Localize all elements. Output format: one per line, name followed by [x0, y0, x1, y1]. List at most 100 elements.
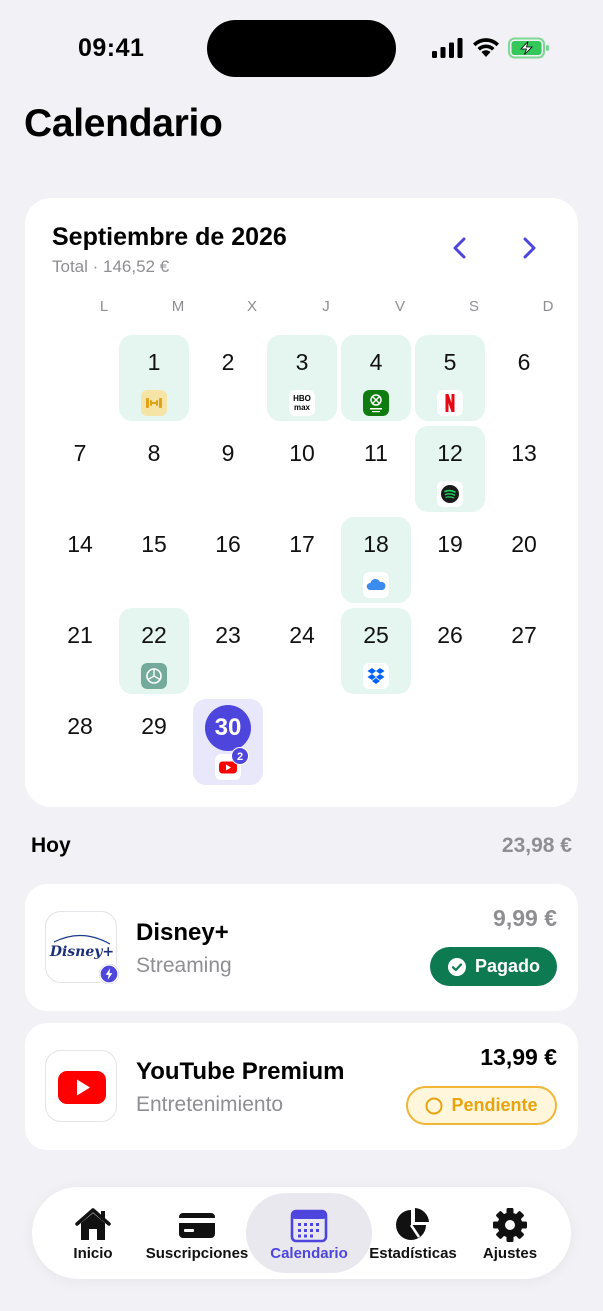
calendar-day-19[interactable]: 19 [415, 517, 485, 603]
day-number: 24 [289, 622, 315, 648]
disney-logo-text: Disney+ [49, 944, 114, 960]
calendar-day-14[interactable]: 14 [45, 517, 115, 603]
check-circle-icon [447, 957, 466, 976]
calendar-day-12[interactable]: 12 [415, 426, 485, 512]
subscription-card-disney[interactable]: Disney+ Disney+ Streaming 9,99 € Pagado [25, 884, 578, 1011]
tab-suscripciones[interactable]: Suscripciones [143, 1193, 251, 1273]
calendar-day-23[interactable]: 23 [193, 608, 263, 694]
subscription-price: 13,99 € [480, 1044, 557, 1070]
calendar-day-20[interactable]: 20 [489, 517, 559, 603]
dropbox-icon [363, 663, 389, 689]
calendar-day-18[interactable]: 18 [341, 517, 411, 603]
calendar-day-10[interactable]: 10 [267, 426, 337, 512]
calendar-day-28[interactable]: 28 [45, 699, 115, 785]
subscription-category: Streaming [136, 954, 232, 977]
status-badge-paid[interactable]: Pagado [430, 947, 557, 986]
status-badge-pending[interactable]: Pendiente [406, 1086, 557, 1125]
calendar-day-5[interactable]: 5 [415, 335, 485, 421]
day-number: 9 [221, 440, 235, 466]
calendar-day-9[interactable]: 9 [193, 426, 263, 512]
calendar-day-22[interactable]: 22 [119, 608, 189, 694]
svg-text:HBO: HBO [293, 394, 311, 403]
calendar-day-8[interactable]: 8 [119, 426, 189, 512]
tab-bar: Inicio Suscripciones Calendario Estadíst… [32, 1187, 571, 1279]
day-number: 18 [363, 531, 389, 557]
pie-chart-icon [396, 1208, 429, 1240]
calendar-day-24[interactable]: 24 [267, 608, 337, 694]
day-number: 1 [147, 349, 161, 375]
tab-inicio[interactable]: Inicio [39, 1193, 147, 1273]
weekday-label: S [468, 298, 479, 315]
day-number: 15 [141, 531, 167, 557]
day-number: 22 [141, 622, 167, 648]
weekday-label: X [246, 298, 257, 315]
calendar-day-27[interactable]: 27 [489, 608, 559, 694]
calendar-day-29[interactable]: 29 [119, 699, 189, 785]
subscription-name: Disney+ [136, 919, 229, 946]
calendar-day-7[interactable]: 7 [45, 426, 115, 512]
netflix-icon [437, 390, 463, 416]
auto-renew-bolt-icon [97, 962, 121, 986]
status-bar: 09:41 [0, 0, 603, 100]
page-title: Calendario [24, 102, 223, 145]
calendar-card: Septiembre de 2026 Total · 146,52 € L M … [25, 198, 578, 807]
calendar-day-6[interactable]: 6 [489, 335, 559, 421]
day-number: 10 [289, 440, 315, 466]
subscription-name: YouTube Premium [136, 1058, 345, 1085]
tab-ajustes[interactable]: Ajustes [456, 1193, 564, 1273]
chatgpt-icon [141, 663, 167, 689]
status-time: 09:41 [78, 34, 145, 62]
day-number: 28 [67, 713, 93, 739]
day-number: 7 [73, 440, 87, 466]
icloud-icon [363, 572, 389, 598]
calendar-grid: 1 2 3 HBO max 4 5 6 7 8 9 10 11 12 13 14… [42, 335, 560, 795]
calendar-icon [290, 1209, 328, 1243]
battery-charging-icon [508, 37, 549, 59]
day-number: 20 [511, 531, 537, 557]
subscription-price: 9,99 € [493, 905, 557, 931]
calendar-day-25[interactable]: 25 [341, 608, 411, 694]
next-month-button[interactable] [515, 234, 543, 262]
today-day-number: 30 [205, 705, 251, 751]
status-label: Pendiente [451, 1095, 538, 1115]
weekday-label: J [322, 298, 330, 315]
card-icon [179, 1213, 215, 1238]
day-number: 5 [443, 349, 457, 375]
day-number: 8 [147, 440, 161, 466]
tab-label: Ajustes [482, 1245, 538, 1262]
today-section-title: Hoy [31, 834, 71, 857]
home-icon [75, 1208, 111, 1240]
weekday-label: V [394, 298, 405, 315]
xbox-game-pass-icon [363, 390, 389, 416]
day-number: 3 [295, 349, 309, 375]
subscription-card-youtube[interactable]: YouTube Premium Entretenimiento 13,99 € … [25, 1023, 578, 1150]
calendar-day-26[interactable]: 26 [415, 608, 485, 694]
calendar-day-17[interactable]: 17 [267, 517, 337, 603]
day-number: 17 [289, 531, 315, 557]
day-number: 29 [141, 713, 167, 739]
calendar-day-3[interactable]: 3 HBO max [267, 335, 337, 421]
calendar-day-21[interactable]: 21 [45, 608, 115, 694]
day-number: 13 [511, 440, 537, 466]
day-number: 26 [437, 622, 463, 648]
day-number: 14 [67, 531, 93, 557]
calendar-day-15[interactable]: 15 [119, 517, 189, 603]
weekday-label: D [542, 298, 554, 315]
day-number: 16 [215, 531, 241, 557]
day-number: 19 [437, 531, 463, 557]
calendar-day-1[interactable]: 1 [119, 335, 189, 421]
previous-month-button[interactable] [446, 234, 474, 262]
subscription-count-badge: 2 [231, 747, 249, 765]
calendar-day-30-today[interactable]: 30 2 [193, 699, 263, 785]
youtube-logo [45, 1050, 117, 1122]
calendar-day-11[interactable]: 11 [341, 426, 411, 512]
calendar-day-13[interactable]: 13 [489, 426, 559, 512]
calendar-day-2[interactable]: 2 [193, 335, 263, 421]
hbo-max-icon: HBO max [289, 390, 315, 416]
status-label: Pagado [474, 956, 540, 976]
day-number: 2 [221, 349, 235, 375]
calendar-day-4[interactable]: 4 [341, 335, 411, 421]
calendar-day-16[interactable]: 16 [193, 517, 263, 603]
subscription-category: Entretenimiento [136, 1093, 284, 1116]
day-number: 6 [517, 349, 531, 375]
